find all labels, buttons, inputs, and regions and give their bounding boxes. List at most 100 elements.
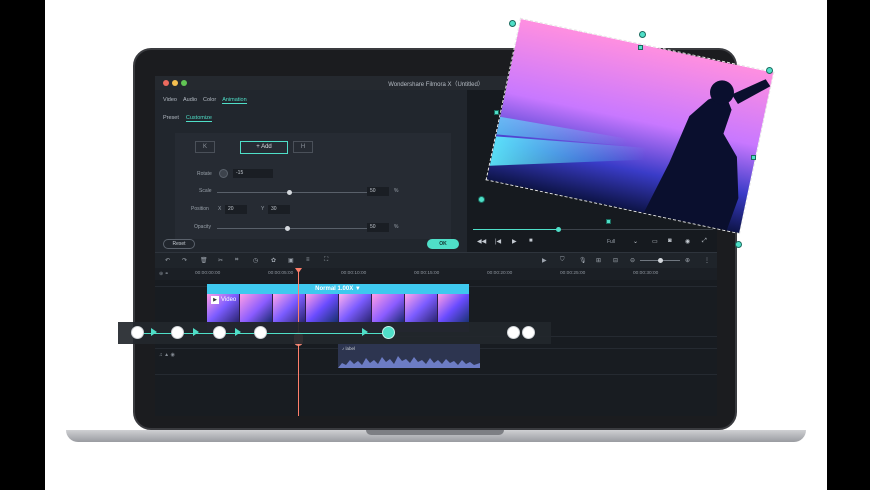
- track-divider: [155, 374, 717, 375]
- transform-handle-edge[interactable]: [606, 219, 611, 224]
- position-y-input[interactable]: 30: [268, 205, 290, 214]
- zoom-in-icon[interactable]: ⊕: [685, 257, 690, 264]
- arrow-right-icon: [151, 328, 157, 336]
- rotate-dial[interactable]: [219, 169, 228, 178]
- scale-unit: %: [394, 188, 399, 194]
- transform-handle-corner[interactable]: [509, 20, 516, 27]
- opacity-slider-knob[interactable]: [285, 226, 290, 231]
- timecode-1: 00:00:05:00: [268, 271, 294, 276]
- edit-toolbar: ↶ ↷ 🗑 ✂ ⌗ ◷ ✿ ▣ ≡ ⛶ ▶ ⛉ 🎙 ⊞ ⊟ ⊖ ⊕ ⋮: [155, 252, 717, 268]
- properties-tabs: Video Audio Color Animation: [163, 97, 247, 104]
- arrow-right-icon: [235, 328, 241, 336]
- clip-thumbnail: [273, 294, 305, 322]
- scale-slider[interactable]: [217, 192, 373, 193]
- monitor-icon[interactable]: ▭: [652, 238, 658, 245]
- add-keyframe-button[interactable]: + Add: [240, 141, 288, 154]
- render-icon[interactable]: ▶: [542, 257, 547, 264]
- marker-icon[interactable]: ⛉: [560, 257, 565, 264]
- fit-icon[interactable]: ⛶: [324, 257, 328, 264]
- audio-track-controls-icon[interactable]: ♫ ▲ ◉: [159, 352, 175, 358]
- subtab-customize[interactable]: Customize: [185, 115, 212, 122]
- playback-progress-knob[interactable]: [556, 227, 561, 232]
- next-keyframe-button[interactable]: H: [293, 141, 313, 153]
- clip-thumbnail: [240, 294, 272, 322]
- clip-thumbnail: [339, 294, 371, 322]
- mixer-icon[interactable]: ⊞: [596, 257, 601, 264]
- volume-icon[interactable]: ◉: [685, 238, 690, 245]
- timecode-2: 00:00:10:00: [341, 271, 367, 276]
- keyframe-marker[interactable]: [507, 326, 520, 339]
- animation-subtabs: Preset Customize: [163, 115, 212, 122]
- opacity-slider[interactable]: [217, 228, 373, 229]
- crop-icon[interactable]: ⌗: [235, 257, 238, 264]
- mic-icon[interactable]: 🎙: [579, 257, 587, 264]
- chevron-down-icon[interactable]: ⌄: [633, 238, 638, 245]
- audio-waveform: [338, 356, 480, 368]
- transform-handle-corner[interactable]: [478, 196, 485, 203]
- keyframe-marker-active[interactable]: [382, 326, 395, 339]
- subtab-preset[interactable]: Preset: [163, 115, 179, 122]
- clip-thumbnail: [306, 294, 338, 322]
- reset-button[interactable]: Reset: [163, 239, 195, 249]
- opacity-unit: %: [394, 224, 399, 230]
- clip-name: ▶ Video: [211, 296, 236, 304]
- transform-handle-corner[interactable]: [735, 241, 742, 248]
- tab-color[interactable]: Color: [203, 97, 216, 104]
- tab-video[interactable]: Video: [163, 97, 177, 104]
- green-screen-icon[interactable]: ▣: [288, 257, 294, 264]
- timeline-ruler[interactable]: ⊕ ⚭ 00:00:00:00 00:00:05:00 00:00:10:00 …: [155, 268, 717, 280]
- keyframe-marker[interactable]: [171, 326, 184, 339]
- transform-handle-edge[interactable]: [494, 110, 499, 115]
- scale-slider-knob[interactable]: [287, 190, 292, 195]
- keyframe-marker[interactable]: [254, 326, 267, 339]
- play-icon[interactable]: ▶: [512, 238, 517, 245]
- scale-input[interactable]: 50: [367, 187, 389, 196]
- undo-icon[interactable]: ↶: [165, 257, 170, 264]
- transform-handle-edge[interactable]: [751, 155, 756, 160]
- snapshot-icon[interactable]: ◙: [668, 238, 672, 244]
- frame-back-icon[interactable]: |◀: [495, 238, 501, 245]
- timecode-4: 00:00:20:00: [487, 271, 513, 276]
- step-back-icon[interactable]: ◀◀: [477, 238, 486, 245]
- rotate-input[interactable]: -15: [233, 169, 273, 178]
- arrow-right-icon: [193, 328, 199, 336]
- play-icon: ▶: [211, 296, 219, 304]
- timeline-zoom-knob[interactable]: [658, 258, 663, 263]
- speed-icon[interactable]: ◷: [253, 257, 258, 264]
- audio-clip[interactable]: ♪ label: [338, 344, 480, 368]
- rotate-handle[interactable]: [639, 31, 646, 38]
- color-icon[interactable]: ✿: [271, 257, 276, 264]
- audio-adjust-icon[interactable]: ≡: [306, 257, 310, 263]
- add-track-icon[interactable]: ⊕ ⚭: [159, 271, 169, 277]
- timecode-5: 00:00:25:00: [560, 271, 586, 276]
- keyframe-marker[interactable]: [131, 326, 144, 339]
- transform-handle-edge[interactable]: [638, 45, 643, 50]
- laptop-notch: [366, 430, 504, 435]
- scale-label: Scale: [199, 188, 212, 194]
- position-x-input[interactable]: 20: [225, 205, 247, 214]
- prev-keyframe-button[interactable]: K: [195, 141, 215, 153]
- tab-animation[interactable]: Animation: [222, 97, 247, 104]
- tab-audio[interactable]: Audio: [183, 97, 197, 104]
- transform-handle-corner[interactable]: [766, 67, 773, 74]
- opacity-label: Opacity: [194, 224, 211, 230]
- ok-button[interactable]: OK: [427, 239, 459, 249]
- timecode-6: 00:00:30:00: [633, 271, 659, 276]
- preview-quality-select[interactable]: Full: [607, 239, 615, 245]
- keyframe-marker[interactable]: [213, 326, 226, 339]
- cut-icon[interactable]: ✂: [218, 257, 223, 264]
- opacity-input[interactable]: 50: [367, 223, 389, 232]
- fullscreen-icon[interactable]: ⤢: [702, 238, 707, 245]
- redo-icon[interactable]: ↷: [182, 257, 187, 264]
- audio-clip-name: label: [345, 346, 356, 351]
- snap-icon[interactable]: ⊟: [613, 257, 618, 264]
- clip-thumbnail: [372, 294, 404, 322]
- audio-clip-label: ♪ label: [342, 346, 356, 351]
- grip-icon[interactable]: ⋮: [704, 257, 710, 264]
- keyframe-marker[interactable]: [522, 326, 535, 339]
- position-y-label: Y: [261, 206, 265, 212]
- zoom-out-icon[interactable]: ⊖: [630, 257, 635, 264]
- stop-icon[interactable]: ■: [529, 238, 533, 244]
- delete-icon[interactable]: 🗑: [200, 257, 208, 264]
- arrow-right-icon: [362, 328, 368, 336]
